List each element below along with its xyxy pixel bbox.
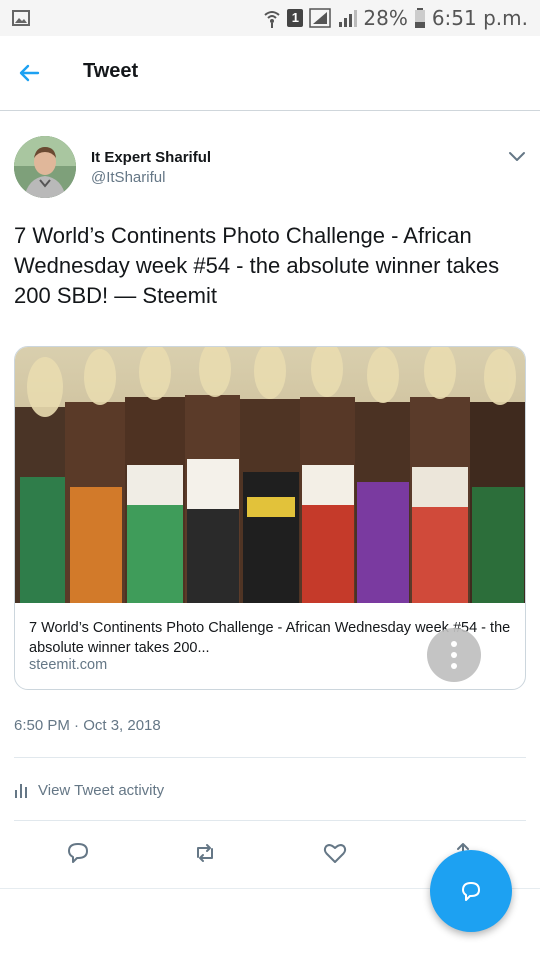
more-vertical-icon[interactable] xyxy=(427,628,481,682)
app-header: Tweet xyxy=(0,36,540,111)
view-activity-label: View Tweet activity xyxy=(38,781,165,799)
card-image xyxy=(15,347,525,603)
battery-icon xyxy=(414,8,425,28)
view-activity-link[interactable]: View Tweet activity xyxy=(14,779,164,801)
card-domain: steemit.com xyxy=(29,657,108,673)
bar-chart-icon xyxy=(15,784,27,798)
retweet-icon[interactable] xyxy=(192,840,218,866)
compose-button[interactable] xyxy=(430,850,512,932)
battery-percent: 28% xyxy=(363,6,408,30)
arrow-left-icon[interactable] xyxy=(16,60,42,86)
author-name[interactable]: It Expert Shariful xyxy=(91,149,211,166)
tweet-timestamp: 6:50 PM · Oct 3, 2018 xyxy=(14,717,161,734)
tweet-text: 7 World’s Continents Photo Challenge - A… xyxy=(14,223,500,308)
wifi-icon xyxy=(264,11,281,28)
reply-icon[interactable] xyxy=(65,840,91,866)
gallery-icon xyxy=(12,10,30,26)
tweet-author: It Expert Shariful @ItShariful xyxy=(14,136,526,200)
signal-bars-icon xyxy=(339,10,358,27)
divider xyxy=(14,820,526,821)
author-handle[interactable]: @ItShariful xyxy=(91,169,165,186)
compose-icon xyxy=(462,882,480,901)
avatar[interactable] xyxy=(14,136,76,198)
divider xyxy=(14,757,526,758)
heart-icon[interactable] xyxy=(322,840,348,866)
sim-slot-badge: 1 xyxy=(287,9,304,27)
status-bar: 1 28% 6:51 p.m. xyxy=(0,0,540,36)
chevron-down-icon[interactable] xyxy=(508,150,526,164)
clock: 6:51 p.m. xyxy=(431,6,528,30)
signal-icon xyxy=(309,8,332,28)
page-title: Tweet xyxy=(83,60,139,82)
